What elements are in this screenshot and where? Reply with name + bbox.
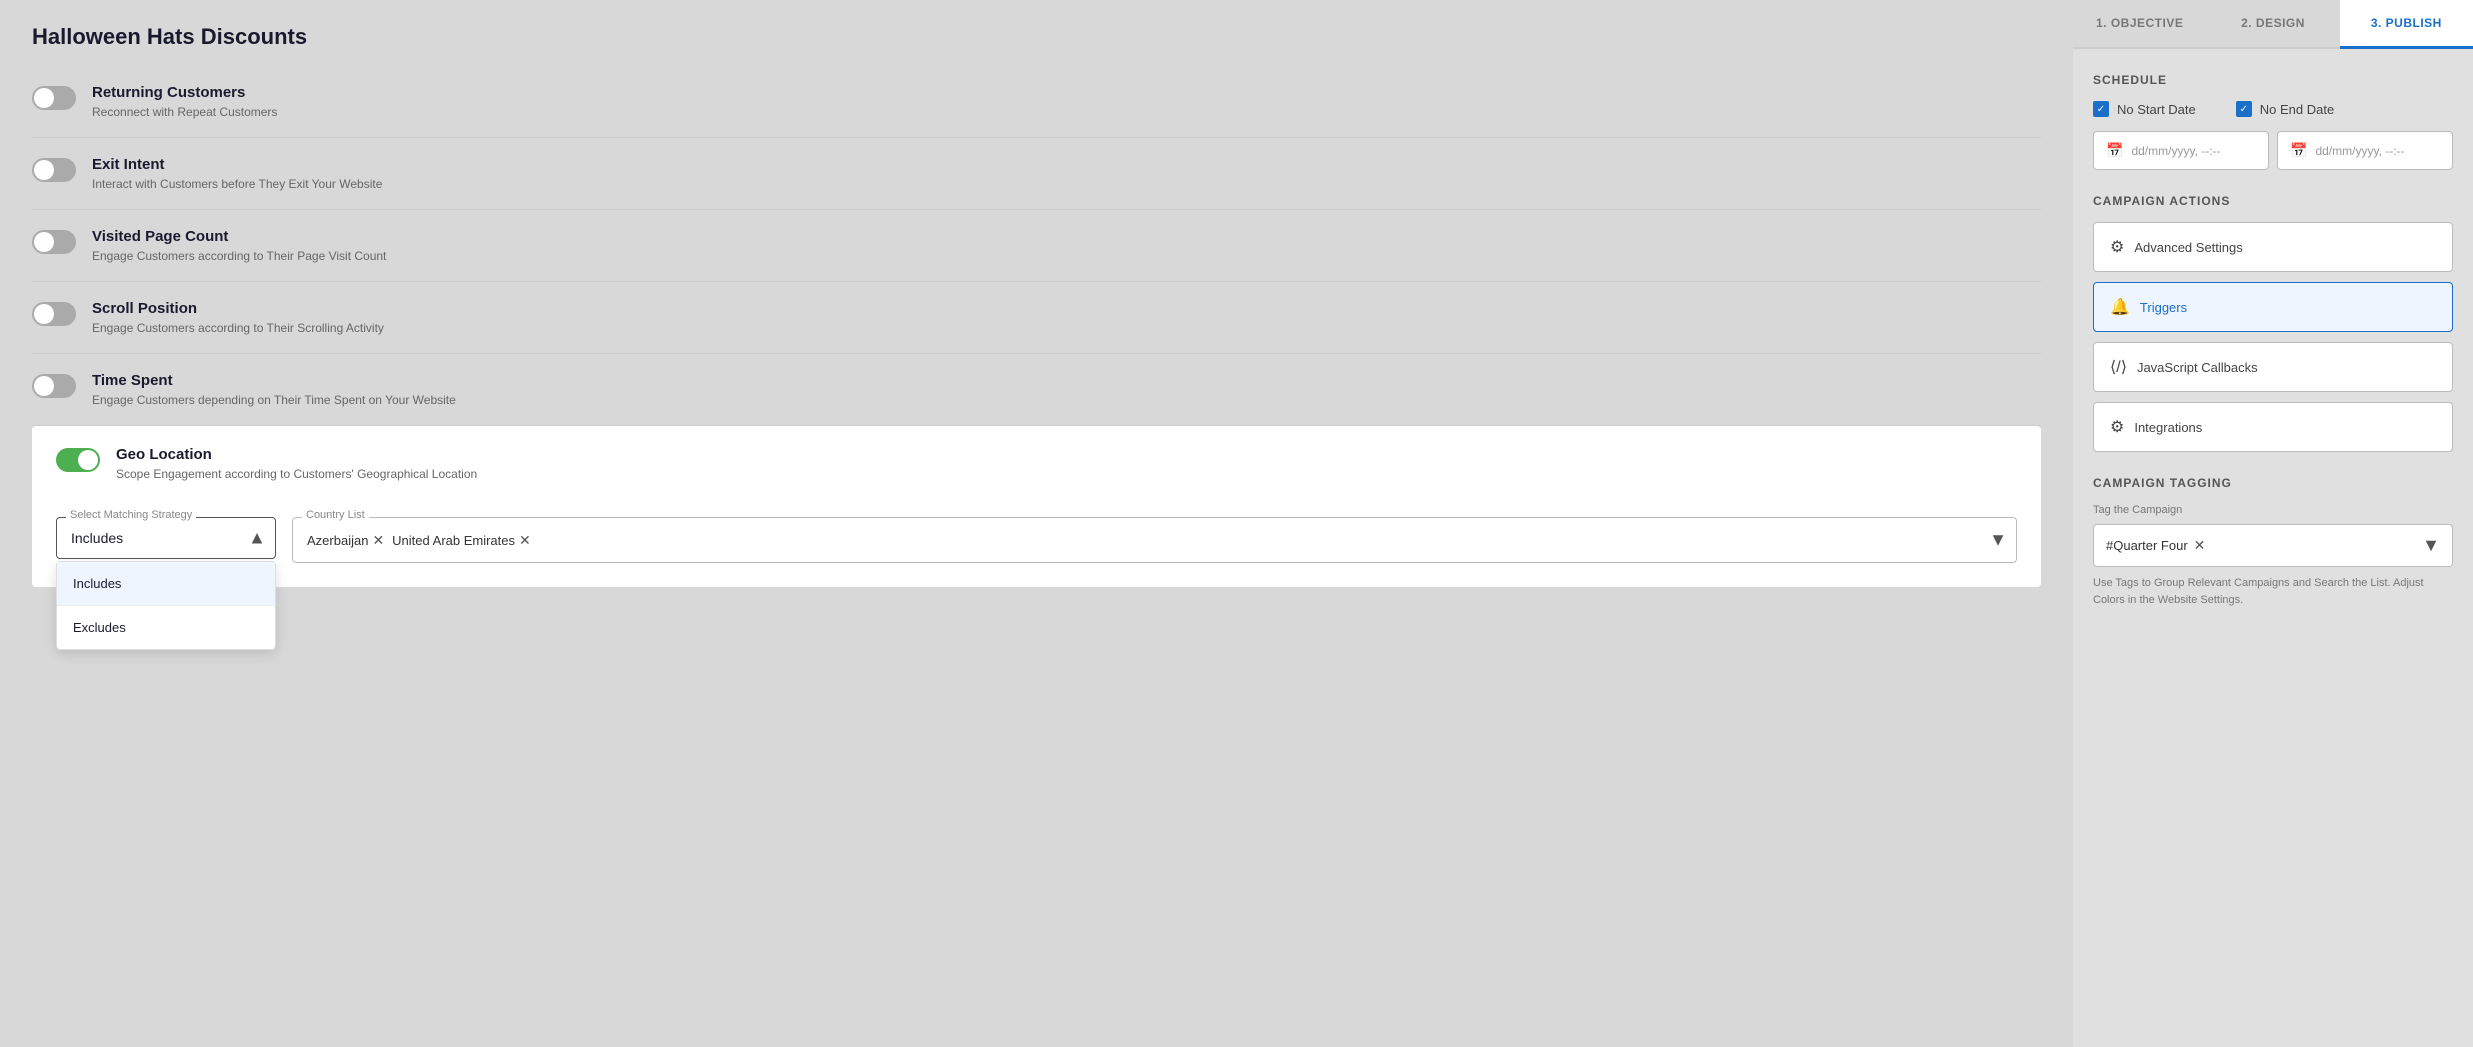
time-spent-desc: Engage Customers depending on Their Time…: [92, 393, 456, 407]
toggle-knob: [34, 88, 54, 108]
campaign-tag: #Quarter Four ✕: [2106, 537, 2205, 554]
start-date-input[interactable]: 📅 dd/mm/yyyy, --:--: [2093, 131, 2269, 170]
tag-the-campaign-label: Tag the Campaign: [2093, 504, 2453, 516]
scroll-position-title: Scroll Position: [92, 300, 384, 317]
country-tag-remove-azerbaijan[interactable]: ✕: [372, 532, 384, 549]
date-row: 📅 dd/mm/yyyy, --:-- 📅 dd/mm/yyyy, --:--: [2093, 131, 2453, 170]
country-list-label: Country List: [302, 509, 369, 521]
javascript-callbacks-button[interactable]: ⟨/⟩ JavaScript Callbacks: [2093, 342, 2453, 392]
campaign-tagging-title: CAMPAIGN TAGGING: [2093, 476, 2453, 490]
time-spent-item: Time Spent Engage Customers depending on…: [32, 354, 2041, 426]
end-date-input[interactable]: 📅 dd/mm/yyyy, --:--: [2277, 131, 2453, 170]
schedule-section-title: SCHEDULE: [2093, 73, 2453, 87]
campaign-tag-text: #Quarter Four: [2106, 538, 2188, 553]
country-tag-uae-label: United Arab Emirates: [392, 533, 515, 548]
calendar-icon-end: 📅: [2290, 142, 2307, 159]
exit-intent-title: Exit Intent: [92, 156, 382, 173]
campaign-tagging-section: CAMPAIGN TAGGING Tag the Campaign #Quart…: [2093, 476, 2453, 608]
exit-intent-toggle[interactable]: [32, 158, 76, 182]
campaign-actions-title: CAMPAIGN ACTIONS: [2093, 194, 2453, 208]
tag-input-wrapper[interactable]: #Quarter Four ✕ ▼: [2093, 524, 2453, 567]
page-title: Halloween Hats Discounts: [0, 0, 2073, 66]
exit-intent-desc: Interact with Customers before They Exit…: [92, 177, 382, 191]
end-date-placeholder: dd/mm/yyyy, --:--: [2315, 144, 2404, 158]
integrations-icon: ⚙: [2110, 417, 2124, 437]
geo-location-card: Geo Location Scope Engagement according …: [32, 426, 2041, 587]
campaign-tag-remove[interactable]: ✕: [2194, 537, 2206, 554]
js-callbacks-icon: ⟨/⟩: [2110, 357, 2127, 377]
dropdown-item-excludes[interactable]: Excludes: [57, 606, 275, 649]
right-content: SCHEDULE No Start Date No End Date 📅 dd/…: [2073, 49, 2473, 1047]
country-tag-uae: United Arab Emirates ✕: [392, 532, 531, 549]
triggers-button[interactable]: 🔔 Triggers: [2093, 282, 2453, 332]
visited-page-count-desc: Engage Customers according to Their Page…: [92, 249, 386, 263]
scroll-area: Returning Customers Reconnect with Repea…: [0, 66, 2073, 1047]
advanced-settings-icon: ⚙: [2110, 237, 2124, 257]
geo-controls: Select Matching Strategy Includes ▲ Incl…: [56, 517, 2017, 563]
tab-objective[interactable]: 1. OBJECTIVE: [2073, 0, 2206, 49]
returning-customers-toggle[interactable]: [32, 86, 76, 110]
triggers-icon: 🔔: [2110, 297, 2130, 317]
country-tag-azerbaijan: Azerbaijan ✕: [307, 532, 384, 549]
exit-intent-item: Exit Intent Interact with Customers befo…: [32, 138, 2041, 210]
tab-publish[interactable]: 3. PUBLISH: [2340, 0, 2473, 49]
matching-strategy-wrapper: Select Matching Strategy Includes ▲ Incl…: [56, 517, 276, 559]
country-list-wrapper: Country List Azerbaijan ✕ United Arab Em…: [292, 517, 2017, 563]
matching-strategy-label: Select Matching Strategy: [66, 509, 196, 521]
strategy-dropdown: Includes Excludes: [56, 561, 276, 650]
returning-customers-title: Returning Customers: [92, 84, 277, 101]
matching-strategy-select[interactable]: Includes: [56, 517, 276, 559]
no-end-date-checkbox[interactable]: [2236, 101, 2252, 117]
time-spent-toggle[interactable]: [32, 374, 76, 398]
country-tag-remove-uae[interactable]: ✕: [519, 532, 531, 549]
visited-page-count-title: Visited Page Count: [92, 228, 386, 245]
scroll-position-toggle[interactable]: [32, 302, 76, 326]
dropdown-item-includes[interactable]: Includes: [57, 562, 275, 606]
integrations-button[interactable]: ⚙ Integrations: [2093, 402, 2453, 452]
advanced-settings-button[interactable]: ⚙ Advanced Settings: [2093, 222, 2453, 272]
visited-page-count-toggle[interactable]: [32, 230, 76, 254]
advanced-settings-label: Advanced Settings: [2134, 240, 2242, 255]
returning-customers-content: Returning Customers Reconnect with Repea…: [92, 84, 277, 119]
visited-page-count-item: Visited Page Count Engage Customers acco…: [32, 210, 2041, 282]
selected-strategy-value: Includes: [71, 530, 123, 546]
right-panel: 1. OBJECTIVE 2. DESIGN 3. PUBLISH SCHEDU…: [2073, 0, 2473, 1047]
no-end-date-label: No End Date: [2260, 102, 2334, 117]
country-tag-label: Azerbaijan: [307, 533, 368, 548]
tag-hint: Use Tags to Group Relevant Campaigns and…: [2093, 575, 2453, 608]
javascript-callbacks-label: JavaScript Callbacks: [2137, 360, 2258, 375]
geo-location-title: Geo Location: [116, 446, 477, 463]
geo-location-toggle[interactable]: [56, 448, 100, 472]
triggers-label: Triggers: [2140, 300, 2187, 315]
geo-location-desc: Scope Engagement according to Customers'…: [116, 467, 477, 481]
campaign-actions-section: CAMPAIGN ACTIONS ⚙ Advanced Settings 🔔 T…: [2093, 194, 2453, 452]
country-list-arrow-icon: ▼: [1989, 530, 2007, 551]
integrations-label: Integrations: [2134, 420, 2202, 435]
left-panel: Halloween Hats Discounts Returning Custo…: [0, 0, 2073, 1047]
no-start-date-checkbox[interactable]: [2093, 101, 2109, 117]
start-date-placeholder: dd/mm/yyyy, --:--: [2131, 144, 2220, 158]
tab-design[interactable]: 2. DESIGN: [2206, 0, 2339, 49]
country-list-box[interactable]: Azerbaijan ✕ United Arab Emirates ✕ ▼: [292, 517, 2017, 563]
time-spent-title: Time Spent: [92, 372, 456, 389]
scroll-position-item: Scroll Position Engage Customers accordi…: [32, 282, 2041, 354]
calendar-icon-start: 📅: [2106, 142, 2123, 159]
no-start-date-row: No Start Date No End Date: [2093, 101, 2453, 117]
returning-customers-toggle-wrapper: [32, 86, 76, 110]
tag-dropdown-arrow-icon[interactable]: ▼: [2422, 535, 2440, 556]
returning-customers-desc: Reconnect with Repeat Customers: [92, 105, 277, 119]
no-start-date-label: No Start Date: [2117, 102, 2196, 117]
tabs-bar: 1. OBJECTIVE 2. DESIGN 3. PUBLISH: [2073, 0, 2473, 49]
returning-customers-item: Returning Customers Reconnect with Repea…: [32, 66, 2041, 138]
scroll-position-desc: Engage Customers according to Their Scro…: [92, 321, 384, 335]
